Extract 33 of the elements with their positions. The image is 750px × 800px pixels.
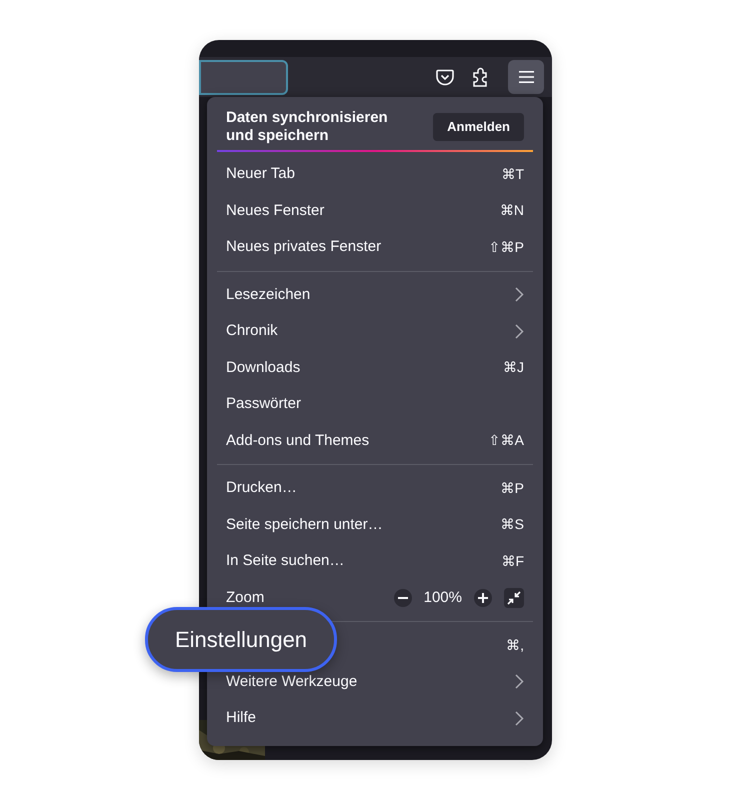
- pocket-icon[interactable]: [436, 68, 454, 86]
- zoom-reset-button[interactable]: 100%: [420, 586, 466, 609]
- fullscreen-button[interactable]: [504, 588, 524, 608]
- zoom-in-button[interactable]: [474, 588, 492, 607]
- menu-item-label: Zoom: [226, 588, 264, 608]
- menu-button[interactable]: [508, 60, 544, 94]
- menu-item[interactable]: Seite speichern unter… ⌘S: [207, 506, 543, 543]
- menu-item[interactable]: Passwörter: [207, 386, 543, 422]
- menu-item[interactable]: Chronik: [207, 313, 543, 350]
- menu-item[interactable]: Neues Fenster ⌘N: [207, 192, 543, 229]
- chevron-right-icon: [515, 710, 524, 726]
- sign-in-button[interactable]: Anmelden: [433, 112, 524, 140]
- menu-item[interactable]: Drucken… ⌘P: [207, 470, 543, 506]
- menu-item[interactable]: Neuer Tab ⌘T: [207, 156, 543, 192]
- chevron-right-icon: [515, 287, 524, 302]
- menu-item[interactable]: Add-ons und Themes ⇧⌘A: [207, 422, 543, 459]
- menu-item[interactable]: Neues privates Fenster ⇧⌘P: [207, 229, 543, 266]
- menu-item[interactable]: Lesezeichen: [207, 276, 543, 313]
- collapse-arrows-icon: [507, 590, 521, 605]
- menu-item[interactable]: In Seite suchen… ⌘F: [207, 543, 543, 580]
- zoom-out-button[interactable]: [394, 588, 412, 607]
- chevron-right-icon: [515, 324, 524, 339]
- chevron-right-icon: [515, 674, 524, 690]
- puzzle-icon[interactable]: [472, 67, 490, 87]
- plus-icon: [478, 592, 488, 603]
- url-field[interactable]: [199, 60, 288, 94]
- callout-label: Einstellungen: [174, 626, 308, 654]
- menu-item[interactable]: Hilfe: [207, 700, 543, 736]
- sync-title: Daten synchronisieren und speichern: [226, 108, 389, 144]
- menu-icon: [518, 71, 534, 83]
- menu-item[interactable]: Weitere Werkzeuge: [207, 664, 543, 700]
- minus-icon: [398, 596, 408, 599]
- menu-item[interactable]: Downloads ⌘J: [207, 350, 543, 386]
